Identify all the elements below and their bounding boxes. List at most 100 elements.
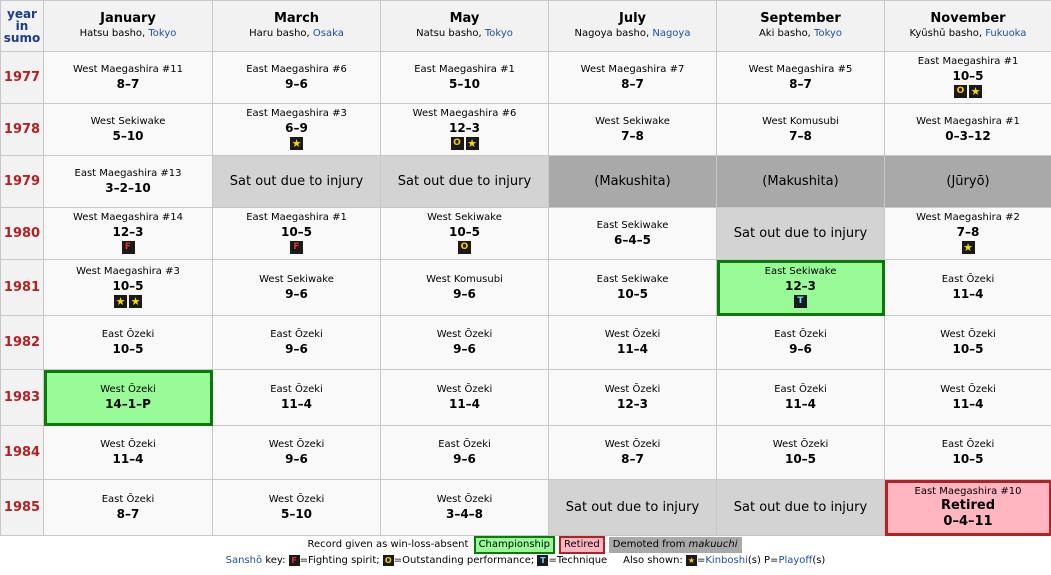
table-row: 1978 West Sekiwake 5–10 East Maegashira #3 6… (0, 103, 1051, 156)
legend: Record given as win-loss-absent Champion… (0, 536, 1051, 570)
basho-record-cell: West Ōzeki 11–4 (548, 315, 717, 370)
kinboshi-star-icon: ★ (129, 295, 142, 308)
win-loss-record: 0–3–12 (945, 128, 991, 143)
win-loss-record: Retired (940, 497, 996, 513)
record-rows: 1977 West Maegashira #11 8–7 East Maegashir… (0, 51, 1051, 536)
venue-link[interactable]: Tokyo (148, 28, 176, 39)
venue-link[interactable]: Fukuoka (985, 28, 1026, 39)
rank-label: East Ōzeki (270, 383, 323, 395)
header-row: year in sumo January Hatsu basho, Tokyo … (0, 0, 1051, 52)
demoted-cell: (Makushita) (716, 155, 885, 208)
venue-link[interactable]: Nagoya (652, 28, 690, 39)
basho-record-cell: West Maegashira #5 8–7 (716, 51, 885, 104)
rank-label: West Maegashira #6 (412, 108, 517, 119)
win-loss-record: 11–4 (448, 396, 481, 411)
basho-record-cell: East Maegashira #6 9–6 (212, 51, 381, 104)
basho-subtitle: Kyūshū basho, (909, 28, 986, 39)
rank-label: West Komusubi (426, 273, 503, 285)
retired-cell: East Maegashira #10 Retired 0–4–11 (884, 479, 1051, 536)
basho-record-cell: East Sekiwake 6–4–5 (548, 207, 717, 260)
win-loss-record: 5–10 (448, 76, 481, 91)
basho-record-cell: West Maegashira #3 10–5 ★ ★ (43, 259, 213, 316)
rank-label: West Maegashira #14 (73, 212, 183, 223)
legend-line-2: Sanshō key: F =Fighting spirit; O =Outstan… (0, 552, 1051, 570)
win-loss-record: 8–7 (621, 451, 644, 466)
rank-label: West Ōzeki (604, 328, 661, 340)
win-loss-record: 10–5 (112, 279, 144, 293)
venue-link[interactable]: Tokyo (485, 28, 513, 39)
table-row: 1983 West Ōzeki 14–1–P East Ōzeki 11–4 West Ō… (0, 369, 1051, 426)
award-badges: ★ (885, 240, 1051, 255)
win-loss-record: 8–7 (116, 506, 140, 521)
kinboshi-star-icon: ★ (290, 137, 303, 150)
legend-playoff-suffix: (s) (812, 555, 826, 566)
win-loss-record: 10–5 (448, 225, 481, 239)
kinboshi-star-icon: ★ (114, 295, 127, 308)
venue-link[interactable]: Osaka (313, 28, 344, 39)
legend-also-shown: Also shown: (623, 555, 686, 566)
sansho-link[interactable]: Sanshō (226, 555, 262, 566)
basho-name: July (618, 11, 647, 26)
win-loss-record: 9–6 (285, 286, 308, 301)
outstanding-performance-badge-icon: O (954, 85, 967, 98)
rank-label: East Sekiwake (596, 219, 669, 231)
basho-record-cell: East Ōzeki 9–6 (212, 315, 381, 370)
basho-record-cell: East Maegashira #1 10–5 F (212, 207, 381, 260)
venue-link[interactable]: Tokyo (814, 28, 842, 39)
rank-label: West Sekiwake (90, 115, 166, 127)
win-loss-record: 9–6 (789, 341, 812, 356)
year-cell: 1984 (0, 425, 44, 480)
legend-f-text: =Fighting spirit; (299, 555, 383, 566)
award-badges: O ★ (381, 136, 548, 151)
basho-record-cell: East Ōzeki 11–4 (884, 259, 1051, 316)
basho-name: January (100, 11, 156, 26)
table-row: 1977 West Maegashira #11 8–7 East Maegashir… (0, 51, 1051, 104)
win-loss-record: 11–4 (280, 396, 313, 411)
rank-label: West Ōzeki (940, 383, 996, 395)
basho-record-cell: East Maegashira #1 10–5 O ★ (884, 51, 1051, 104)
basho-subtitle: Haru basho, (249, 28, 313, 39)
basho-record-cell: West Ōzeki 5–10 (212, 479, 381, 536)
win-loss-record: 12–3 (616, 396, 649, 411)
basho-record-cell: West Ōzeki 12–3 (548, 369, 717, 426)
award-badges: F (44, 240, 212, 255)
table-row: 1984 West Ōzeki 11–4 West Ōzeki 9–6 East Ōzek… (0, 425, 1051, 480)
win-loss-record: 9–6 (285, 341, 308, 356)
year-cell: 1977 (0, 51, 44, 104)
award-badges: F (213, 240, 380, 255)
basho-record-cell: West Ōzeki 10–5 (884, 315, 1051, 370)
basho-header-january: January Hatsu basho, Tokyo (43, 0, 213, 52)
win-loss-record: 11–4 (952, 396, 984, 411)
kinboshi-star-icon: ★ (969, 85, 982, 98)
basho-subtitle: Nagoya basho, (574, 28, 653, 39)
fighting-spirit-badge-icon: F (288, 554, 300, 566)
basho-record-cell: West Komusubi 7–8 (716, 103, 885, 156)
award-badges: O ★ (885, 84, 1051, 99)
award-badges: ★ (213, 136, 380, 151)
basho-record-cell: West Ōzeki 11–4 (380, 369, 549, 426)
basho-header-march: March Haru basho, Osaka (212, 0, 381, 52)
rank-label: West Ōzeki (100, 438, 156, 450)
basho-record-cell: West Maegashira #1 0–3–12 (884, 103, 1051, 156)
basho-subtitle: Natsu basho, (416, 28, 485, 39)
rank-label: West Ōzeki (940, 328, 996, 340)
win-loss-record: 7–8 (956, 225, 980, 239)
basho-record-cell: West Maegashira #14 12–3 F (43, 207, 213, 260)
win-loss-record: 10–5 (616, 286, 649, 301)
rank-label: West Maegashira #2 (916, 212, 1020, 223)
win-loss-record: 14–1–P (105, 396, 151, 411)
rank-label: West Maegashira #1 (916, 115, 1020, 127)
kinboshi-star-icon: ★ (465, 137, 479, 150)
basho-record-cell: West Maegashira #6 12–3 O ★ (380, 103, 549, 156)
rank-label: East Ōzeki (774, 328, 827, 340)
year-cell: 1982 (0, 315, 44, 370)
award-badges: O (381, 240, 548, 255)
basho-record-cell: West Komusubi 9–6 (380, 259, 549, 316)
injury-absence-cell: Sat out due to injury (380, 155, 549, 208)
basho-record-cell: West Ōzeki 9–6 (212, 425, 381, 480)
kinboshi-link[interactable]: Kinboshi (705, 555, 747, 566)
win-loss-record: 8–7 (789, 76, 812, 91)
playoff-link[interactable]: Playoff (778, 555, 812, 566)
basho-record-cell: West Ōzeki 10–5 (716, 425, 885, 480)
basho-record-cell: East Ōzeki 11–4 (716, 369, 885, 426)
